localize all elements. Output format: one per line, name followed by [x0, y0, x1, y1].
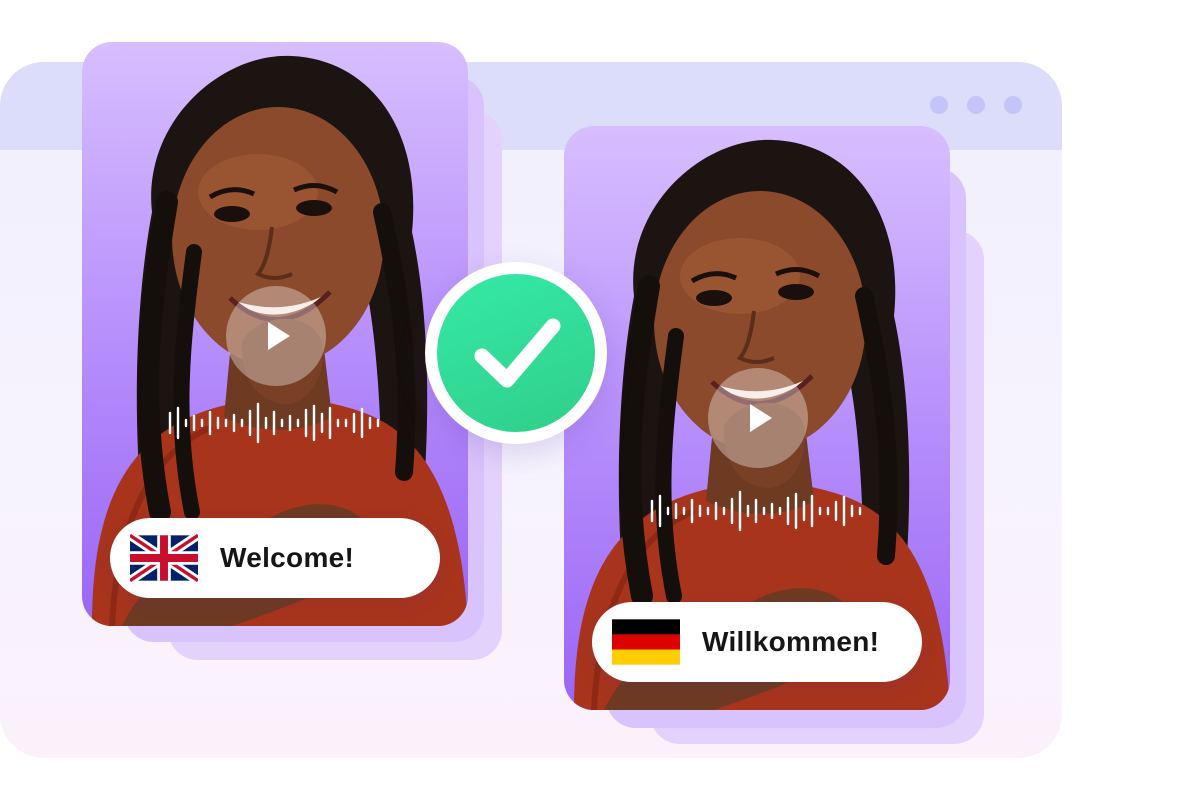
germany-flag-icon: [612, 619, 680, 665]
audio-waveform-icon: [168, 402, 380, 444]
caption-pill-translated: Willkommen!: [592, 602, 922, 682]
play-button[interactable]: [226, 286, 326, 386]
caption-text: Welcome!: [220, 542, 355, 573]
play-icon: [750, 404, 772, 432]
success-badge-fill: [437, 274, 595, 432]
caption-pill-source: Welcome!: [110, 518, 440, 598]
caption-text: Willkommen!: [702, 626, 880, 657]
checkmark-icon: [474, 318, 561, 388]
play-button[interactable]: [708, 368, 808, 468]
uk-flag-icon: [130, 534, 198, 582]
window-dot-icon[interactable]: [1004, 96, 1022, 114]
play-icon: [268, 322, 290, 350]
success-badge: [425, 262, 607, 444]
window-dot-icon[interactable]: [930, 96, 948, 114]
window-dot-icon[interactable]: [967, 96, 985, 114]
audio-waveform-icon: [650, 490, 862, 532]
